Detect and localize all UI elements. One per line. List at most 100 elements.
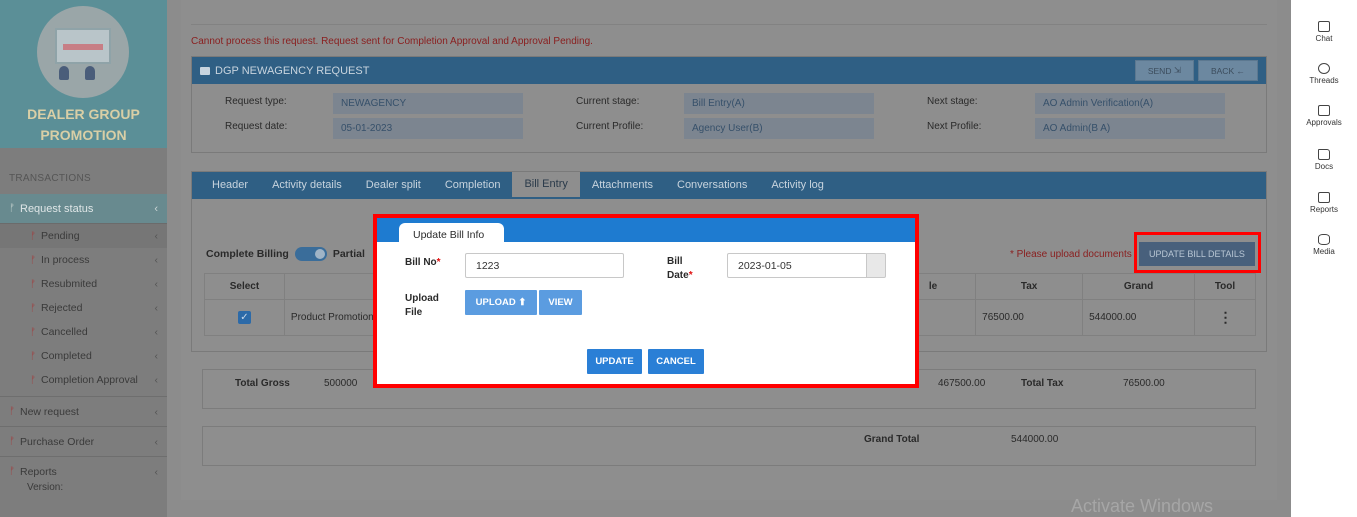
chevron-left-icon: ‹: [154, 230, 159, 242]
rightbar-label: Approvals: [1306, 118, 1342, 127]
sidebar-subitem-resubmited[interactable]: ᚠ Resubmited ‹: [0, 272, 167, 296]
sidebar-subitem-in-process[interactable]: ᚠ In process ‹: [0, 248, 167, 272]
bill-date-label-line2: Date: [667, 270, 689, 281]
chevron-left-icon: ‹: [154, 350, 159, 362]
nav-icon: ᚠ: [9, 466, 15, 477]
column-header: Tax: [975, 273, 1084, 300]
net-value: 467500.00: [938, 378, 986, 389]
bill-date-input[interactable]: 2023-01-05: [727, 253, 867, 278]
total-tax-value: 76500.00: [1123, 378, 1165, 389]
back-button[interactable]: BACK ←: [1197, 60, 1258, 81]
request-date-label: Request date:: [225, 121, 288, 132]
sidebar-item-label: Request status: [20, 202, 94, 215]
grand-cell: 544000.00: [1082, 299, 1195, 336]
grand-total-box: Grand Total 544000.00: [202, 426, 1256, 466]
more-vertical-icon[interactable]: ⋮: [1219, 309, 1233, 325]
sidebar-item-label: Rejected: [41, 302, 83, 314]
sidebar-subitem-completion-approval[interactable]: ᚠ Completion Approval ‹: [0, 368, 167, 392]
total-gross-label: Total Gross: [235, 378, 290, 389]
tab-dealer-split[interactable]: Dealer split: [354, 172, 433, 199]
bill-date-label: Bill Date*: [667, 255, 693, 283]
sidebar-item-new-request[interactable]: ᚠ New request ‹: [0, 396, 167, 426]
right-toolbar: Chat Threads Approvals Docs Reports Medi…: [1291, 0, 1357, 517]
chevron-left-icon: ‹: [154, 374, 159, 386]
nav-icon: ᚠ: [9, 203, 15, 214]
column-header: Grand: [1082, 273, 1195, 300]
send-button[interactable]: SEND ⇲: [1134, 60, 1194, 81]
rightbar-label: Media: [1313, 247, 1335, 256]
upload-label: UPLOAD: [475, 297, 516, 308]
billing-toggle[interactable]: [294, 247, 327, 261]
rightbar-chat[interactable]: Chat: [1291, 21, 1357, 43]
nav-icon: ᚠ: [30, 302, 36, 314]
chevron-left-icon: ‹: [154, 405, 159, 418]
sidebar: DEALER GROUP PROMOTION TRANSACTIONS ᚠ Re…: [0, 0, 167, 517]
update-bill-modal: Update Bill Info Bill No* 1223 Bill Date…: [373, 214, 919, 388]
tab-completion[interactable]: Completion: [433, 172, 513, 199]
cancel-button[interactable]: CANCEL: [648, 349, 704, 374]
chevron-left-icon: ‹: [154, 302, 159, 314]
calendar-button[interactable]: [866, 253, 886, 278]
reports-icon: [1318, 192, 1330, 203]
chevron-left-icon: ‹: [154, 254, 159, 266]
tab-bill-entry[interactable]: Bill Entry: [512, 172, 580, 197]
nav-icon: ᚠ: [30, 278, 36, 290]
sidebar-subitem-rejected[interactable]: ᚠ Rejected ‹: [0, 296, 167, 320]
rightbar-label: Threads: [1309, 76, 1339, 85]
send-label: SEND: [1147, 65, 1172, 76]
tab-activity-log[interactable]: Activity log: [759, 172, 836, 199]
highlight-box: [1134, 232, 1261, 273]
sidebar-item-label: Purchase Order: [20, 435, 95, 448]
tab-bar: Header Activity details Dealer split Com…: [192, 172, 1266, 199]
current-stage-value: Bill Entry(A): [684, 93, 874, 114]
sidebar-item-label: Reports: [20, 465, 57, 478]
grand-total-value: 544000.00: [1011, 434, 1059, 445]
sidebar-subitem-cancelled[interactable]: ᚠ Cancelled ‹: [0, 320, 167, 344]
request-date-value: 05-01-2023: [333, 118, 523, 139]
brand-line-1: DEALER GROUP: [27, 106, 140, 122]
send-icon: ⇲: [1173, 65, 1181, 75]
warning-message: Cannot process this request. Request sen…: [191, 36, 593, 47]
grand-total-label: Grand Total: [864, 434, 920, 445]
request-title: DGP NEWAGENCY REQUEST: [215, 64, 370, 77]
rightbar-approvals[interactable]: Approvals: [1291, 105, 1357, 127]
sidebar-item-purchase-order[interactable]: ᚠ Purchase Order ‹: [0, 426, 167, 456]
next-stage-label: Next stage:: [927, 96, 978, 107]
rightbar-reports[interactable]: Reports: [1291, 192, 1357, 214]
tab-header[interactable]: Header: [200, 172, 260, 199]
upload-button[interactable]: UPLOAD ⬆: [465, 290, 537, 315]
rightbar-media[interactable]: Media: [1291, 234, 1357, 256]
view-button[interactable]: VIEW: [539, 290, 582, 315]
chat-icon: [1318, 21, 1330, 32]
column-header: Tool: [1194, 273, 1256, 300]
update-button[interactable]: UPDATE: [587, 349, 642, 374]
tab-activity-details[interactable]: Activity details: [260, 172, 354, 199]
bill-no-input[interactable]: 1223: [465, 253, 624, 278]
select-cell: ✓: [204, 299, 285, 336]
brand-logo: DEALER GROUP PROMOTION: [0, 0, 167, 148]
sidebar-item-request-status[interactable]: ᚠ Request status ‹: [0, 194, 167, 224]
tool-cell: ⋮: [1194, 299, 1256, 336]
upload-note: * Please upload documents: [1010, 249, 1132, 260]
rightbar-threads[interactable]: Threads: [1291, 63, 1357, 85]
bill-date-label-line1: Bill: [667, 256, 683, 267]
nav-icon: ᚠ: [9, 406, 15, 417]
chevron-left-icon: ‹: [154, 326, 159, 338]
tab-attachments[interactable]: Attachments: [580, 172, 665, 199]
tab-conversations[interactable]: Conversations: [665, 172, 759, 199]
sidebar-subitem-completed[interactable]: ᚠ Completed ‹: [0, 344, 167, 368]
next-profile-value: AO Admin(B A): [1035, 118, 1225, 139]
nav-icon: ᚠ: [9, 436, 15, 447]
request-header: DGP NEWAGENCY REQUEST SEND ⇲ BACK ←: [192, 57, 1266, 84]
rightbar-label: Docs: [1314, 162, 1334, 171]
complete-billing-label: Complete Billing: [206, 248, 289, 260]
partial-label: Partial: [332, 248, 365, 260]
nav-icon: ᚠ: [30, 374, 36, 386]
upload-file-label: Upload File: [405, 292, 439, 320]
rightbar-docs[interactable]: Docs: [1291, 149, 1357, 171]
upload-icon: ⬆: [518, 297, 527, 308]
sidebar-subitem-pending[interactable]: ᚠ Pending ‹: [0, 224, 167, 248]
tax-cell: 76500.00: [975, 299, 1084, 336]
row-checkbox[interactable]: ✓: [237, 311, 251, 324]
folder-icon: [1318, 149, 1330, 160]
